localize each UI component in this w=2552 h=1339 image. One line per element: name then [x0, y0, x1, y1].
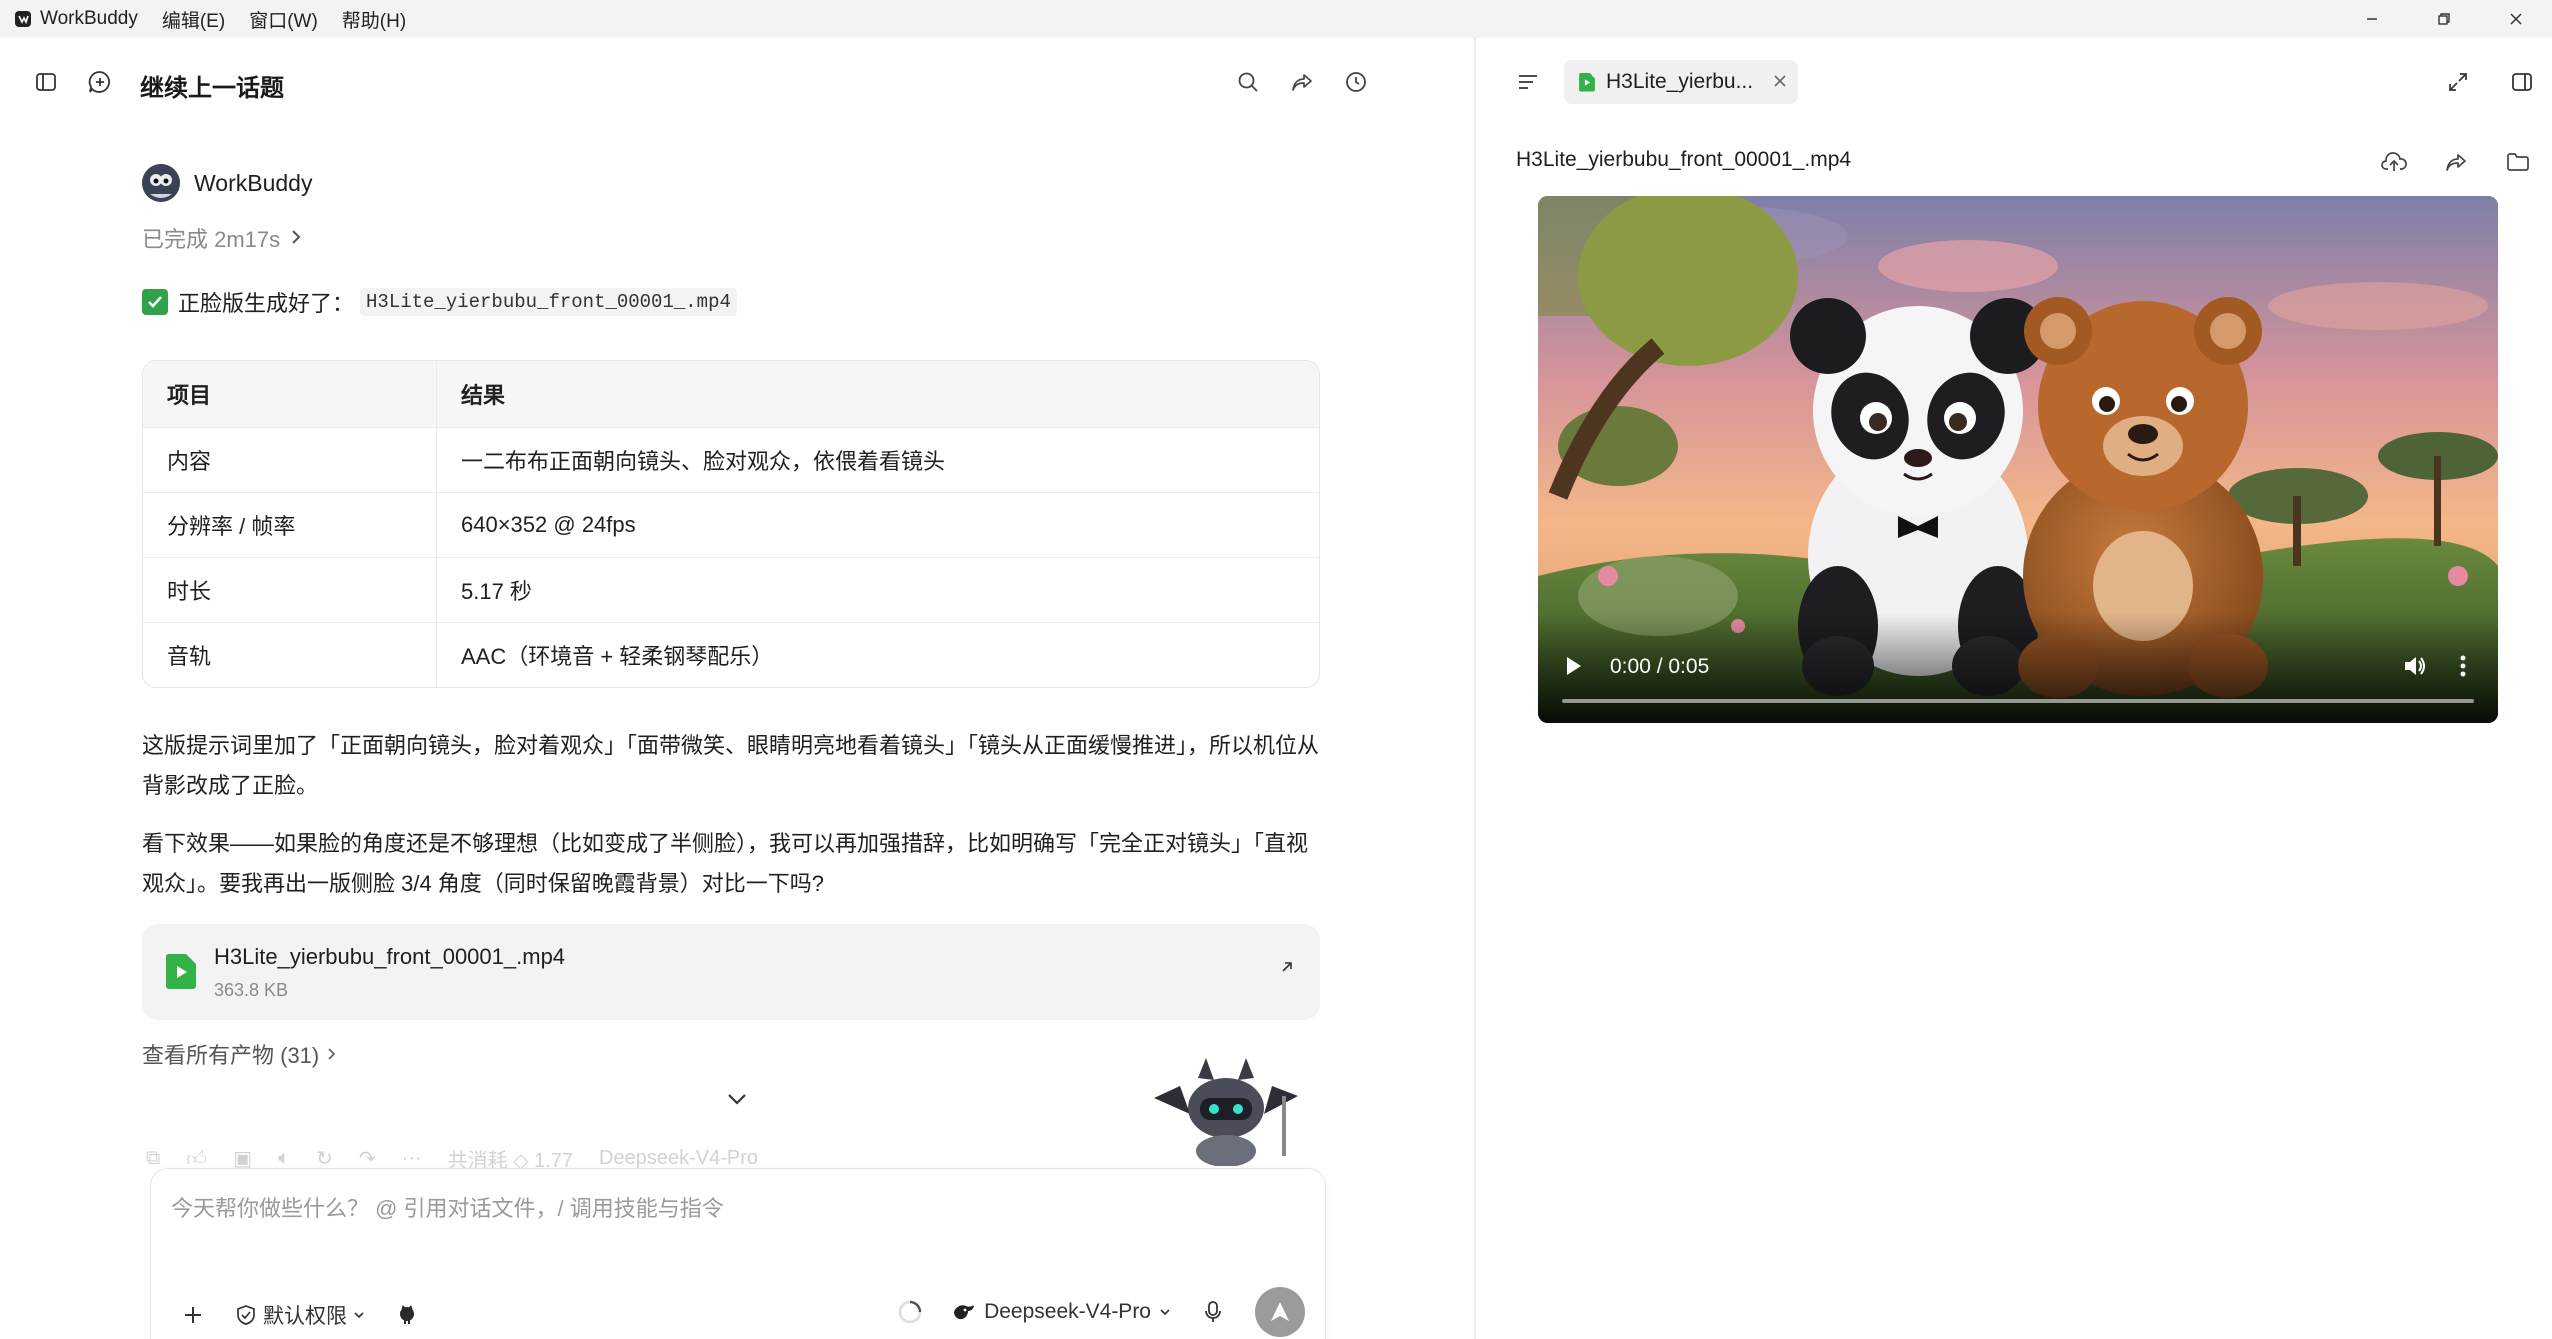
more-icon[interactable]: ···	[402, 1147, 422, 1170]
view-artifacts-link[interactable]: 查看所有产物 (31)	[142, 1038, 1320, 1070]
table-row: 音轨 AAC（环境音 + 轻柔钢琴配乐）	[143, 622, 1319, 687]
app-name: WorkBuddy	[40, 8, 138, 29]
completion-status[interactable]: 已完成 2m17s	[142, 222, 1320, 254]
check-icon	[142, 289, 168, 315]
mascot-image	[1146, 1056, 1306, 1171]
message-paragraph: 这版提示词里加了「正面朝向镜头，脸对着观众」「面带微笑、眼睛明亮地看着镜头」「镜…	[142, 733, 1320, 798]
chevron-down-icon	[354, 1312, 364, 1319]
send-arrow-icon	[1271, 1302, 1289, 1321]
tab-label: H3Lite_yierbu...	[1606, 70, 1754, 93]
tab-video-file[interactable]: H3Lite_yierbu...	[1564, 60, 1798, 104]
video-controls: 0:00 / 0:05	[1538, 613, 2498, 723]
result-label: 正脸版生成好了：	[178, 291, 355, 316]
table-header: 项目	[143, 361, 437, 427]
result-table: 项目 结果 内容 一二布布正面朝向镜头、脸对观众，依偎着看镜头 分辨率 / 帧率…	[142, 360, 1320, 688]
restore-button[interactable]	[2408, 0, 2480, 38]
add-attachment-icon[interactable]	[173, 1295, 213, 1335]
chevron-right-icon	[290, 225, 302, 251]
expand-icon[interactable]	[2438, 62, 2478, 102]
share-icon[interactable]	[1282, 62, 1322, 102]
shield-check-icon	[237, 1305, 255, 1325]
copy-icon[interactable]: ⧉	[146, 1147, 160, 1170]
scroll-down-chevron-icon[interactable]	[726, 1092, 748, 1111]
table-cell: 5.17 秒	[437, 557, 1319, 622]
attachment-size: 363.8 KB	[214, 980, 289, 1000]
preview-panel: H3Lite_yierbu... H3Lite_yierbubu_front_0…	[1478, 38, 2552, 1339]
play-icon[interactable]	[1560, 653, 1586, 684]
avatar	[142, 164, 180, 202]
send-button[interactable]	[1255, 1287, 1305, 1337]
table-cell: 640×352 @ 24fps	[437, 492, 1319, 557]
open-external-icon[interactable]	[1278, 958, 1296, 981]
close-window-button[interactable]	[2480, 0, 2552, 38]
table-cell: 音轨	[143, 622, 437, 687]
app-logo-icon	[12, 8, 34, 30]
model-selector[interactable]: Deepseek-V4-Pro	[952, 1300, 1171, 1324]
table-cell: 时长	[143, 557, 437, 622]
page-title: 继续上一话题	[140, 75, 284, 102]
more-options-icon[interactable]	[2458, 653, 2468, 684]
video-file-icon	[1579, 73, 1595, 92]
video-time: 0:00 / 0:05	[1610, 655, 1710, 678]
model-label: Deepseek-V4-Pro	[984, 1300, 1151, 1323]
title-bar: WorkBuddy 编辑(E) 窗口(W) 帮助(H)	[0, 0, 2552, 38]
chat-header: 继续上一话题	[0, 38, 1476, 126]
microphone-icon[interactable]	[1193, 1292, 1233, 1332]
close-icon[interactable]	[1773, 71, 1787, 94]
chevron-right-icon	[327, 1041, 337, 1067]
menu-lines-icon[interactable]	[1508, 62, 1548, 102]
table-row: 内容 一二布布正面朝向镜头、脸对观众，依偎着看镜头	[143, 427, 1319, 492]
message-paragraph: 看下效果——如果脸的角度还是不够理想（比如变成了半侧脸），我可以再加强措辞，比如…	[142, 831, 1309, 896]
table-cell: 一二布布正面朝向镜头、脸对观众，依偎着看镜头	[437, 427, 1319, 492]
new-chat-icon[interactable]	[80, 62, 120, 102]
loading-spinner-icon	[890, 1292, 930, 1332]
artifacts-label: 查看所有产物 (31)	[142, 1043, 320, 1068]
upload-cloud-icon[interactable]	[2374, 142, 2414, 182]
permission-label: 默认权限	[263, 1305, 347, 1328]
video-file-icon	[164, 952, 198, 995]
chevron-down-icon	[1160, 1309, 1170, 1316]
result-filename: H3Lite_yierbubu_front_00001_.mp4	[360, 288, 737, 316]
table-cell: 内容	[143, 427, 437, 492]
table-row: 分辨率 / 帧率 640×352 @ 24fps	[143, 492, 1319, 557]
deepseek-icon	[954, 1305, 975, 1320]
preview-header: H3Lite_yierbu...	[1478, 38, 2552, 126]
permission-selector[interactable]: 默认权限	[235, 1300, 365, 1330]
table-header: 结果	[437, 361, 1319, 427]
composer: 默认权限 Deepseek-V4-Pro	[150, 1168, 1326, 1339]
message-input[interactable]	[171, 1189, 1301, 1229]
minimize-button[interactable]	[2336, 0, 2408, 38]
speaker-icon[interactable]: 🔈︎	[278, 1147, 290, 1170]
chat-message: WorkBuddy 已完成 2m17s 正脸版生成好了： H3Lite_yier…	[142, 164, 1320, 1070]
sender-name: WorkBuddy	[194, 169, 313, 196]
menu-edit[interactable]: 编辑(E)	[162, 6, 225, 33]
status-text: 已完成 2m17s	[142, 227, 281, 252]
table-row: 时长 5.17 秒	[143, 557, 1319, 622]
panel-toggle-icon[interactable]	[2502, 62, 2542, 102]
video-seek-bar[interactable]	[1562, 699, 2474, 703]
chat-panel: 继续上一话题 WorkBuddy 已完成 2m17s 正脸版生成好了： H3Li…	[0, 38, 1476, 1339]
folder-icon[interactable]	[2498, 142, 2538, 182]
search-icon[interactable]	[1228, 62, 1268, 102]
history-icon[interactable]	[1336, 62, 1376, 102]
message-model: Deepseek-V4-Pro	[599, 1147, 758, 1169]
menu-window[interactable]: 窗口(W)	[249, 6, 318, 33]
table-cell: AAC（环境音 + 轻柔钢琴配乐）	[437, 622, 1319, 687]
attachment-card[interactable]: H3Lite_yierbubu_front_00001_.mp4 363.8 K…	[142, 924, 1320, 1020]
attachment-name: H3Lite_yierbubu_front_00001_.mp4	[214, 944, 566, 969]
table-cell: 分辨率 / 帧率	[143, 492, 437, 557]
menu-help[interactable]: 帮助(H)	[342, 6, 406, 33]
sidebar-toggle-icon[interactable]	[26, 62, 66, 102]
github-icon[interactable]	[387, 1295, 427, 1335]
preview-file-title: H3Lite_yierbubu_front_00001_.mp4	[1516, 148, 1852, 171]
volume-icon[interactable]	[2402, 653, 2428, 684]
video-player[interactable]: 0:00 / 0:05	[1538, 196, 2498, 723]
like-icon[interactable]: 👍︎	[186, 1147, 207, 1171]
share-icon[interactable]	[2436, 142, 2476, 182]
